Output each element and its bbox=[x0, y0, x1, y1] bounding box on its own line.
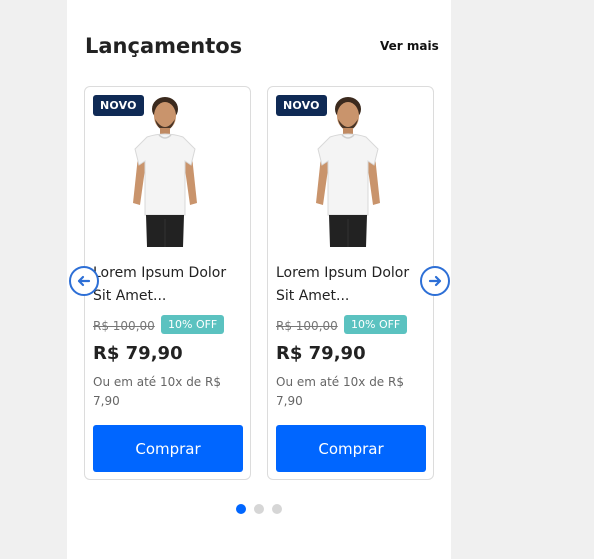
discount-badge: 10% OFF bbox=[344, 315, 408, 334]
carousel-pagination bbox=[236, 504, 282, 514]
product-name[interactable]: Lorem Ipsum Dolor Sit Amet... bbox=[93, 262, 245, 308]
arrow-right-icon bbox=[428, 275, 442, 287]
buy-button[interactable]: Comprar bbox=[93, 425, 243, 472]
buy-button[interactable]: Comprar bbox=[276, 425, 426, 472]
pagination-dot[interactable] bbox=[272, 504, 282, 514]
current-price: R$ 79,90 bbox=[276, 343, 366, 364]
discount-badge: 10% OFF bbox=[161, 315, 225, 334]
current-price: R$ 79,90 bbox=[93, 343, 183, 364]
carousel-next-button[interactable] bbox=[420, 266, 450, 296]
carousel-prev-button[interactable] bbox=[69, 266, 99, 296]
installments-text: Ou em até 10x de R$ 7,90 bbox=[93, 375, 221, 408]
section-title: Lançamentos bbox=[85, 34, 243, 58]
product-image bbox=[133, 97, 197, 247]
product-card[interactable]: NOVO Lorem Ipsum Dolor Sit Amet... R$ 10… bbox=[84, 86, 251, 480]
pagination-dot[interactable] bbox=[236, 504, 246, 514]
product-name[interactable]: Lorem Ipsum Dolor Sit Amet... bbox=[276, 262, 428, 308]
installments-text: Ou em até 10x de R$ 7,90 bbox=[276, 375, 404, 408]
old-price: R$ 100,00 bbox=[93, 319, 155, 333]
product-image bbox=[316, 97, 380, 247]
see-more-link[interactable]: Ver mais bbox=[380, 39, 439, 53]
product-card[interactable]: NOVO Lorem Ipsum Dolor Sit Amet... R$ 10… bbox=[267, 86, 434, 480]
old-price: R$ 100,00 bbox=[276, 319, 338, 333]
arrow-left-icon bbox=[77, 275, 91, 287]
pagination-dot[interactable] bbox=[254, 504, 264, 514]
